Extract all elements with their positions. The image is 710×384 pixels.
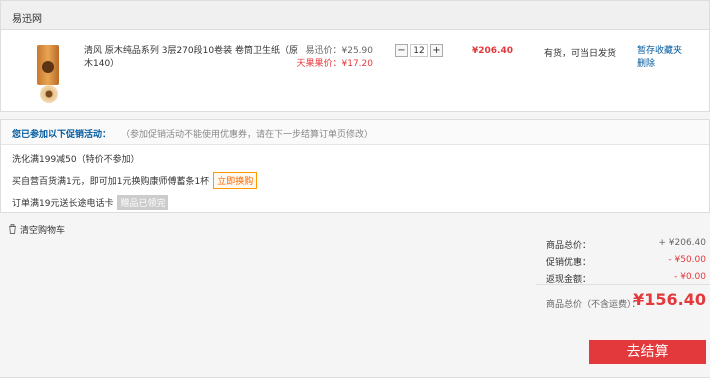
exchange-now-button[interactable]: 立即换购 (213, 172, 258, 189)
price-block: 易迅价：¥25.90 天果果价：¥17.20 (293, 45, 374, 71)
clear-cart-button[interactable]: 清空购物车 (8, 223, 65, 236)
trash-icon (9, 224, 16, 234)
promo-panel: 您已参加以下促销活动： （参加促销活动不能使用优惠券，请在下一步结算订单页修改）… (0, 119, 710, 213)
checkout-button[interactable]: 去结算 (589, 340, 706, 364)
shop-header: 易迅网 (0, 0, 710, 30)
promo-gift-text: 订单满19元送长途电话卡 (12, 199, 114, 209)
promo-discount-text: 洗化满199减50（特价不参加） (12, 155, 140, 165)
promo-discount-value: - ¥50.00 (668, 255, 706, 265)
promo-line-discount: 洗化满199减50（特价不参加） (12, 152, 140, 165)
promo-line-exchange: 买自营百货满1元，即可加1元换购康师傅蓄条1杯 立即换购 (12, 172, 258, 189)
gift-sold-out-badge: 赠品已领完 (117, 195, 169, 210)
clear-cart-label: 清空购物车 (20, 226, 66, 236)
promo-discount-label: 促销优惠： (546, 258, 592, 268)
promo-header: 您已参加以下促销活动： （参加促销活动不能使用优惠券，请在下一步结算订单页修改） (1, 120, 709, 145)
promo-exchange-text: 买自营百货满1元，即可加1元换购康师傅蓄条1杯 (12, 177, 210, 187)
stock-status: 有货，可当日发货 (544, 49, 617, 59)
promo-note: （参加促销活动不能使用优惠券，请在下一步结算订单页修改） (121, 130, 374, 140)
quantity-increase-button[interactable]: + (430, 44, 443, 57)
summary-divider (536, 284, 710, 285)
save-to-favorites-link[interactable]: 暂存收藏夹 (637, 45, 682, 58)
quantity-input[interactable]: 12 (410, 44, 428, 57)
item-actions: 暂存收藏夹 删除 (637, 45, 682, 71)
delete-item-link[interactable]: 删除 (637, 58, 682, 71)
cart-item-row: 清风 原木纯品系列 3层270段10卷装 卷筒卫生纸（原木140） 易迅价：¥2… (0, 30, 710, 112)
item-subtotal: ¥206.40 (472, 46, 513, 56)
promo-line-gift: 订单满19元送长途电话卡 赠品已领完 (12, 195, 169, 210)
price-yixun: 易迅价：¥25.90 (305, 46, 374, 56)
cashback-value: - ¥0.00 (674, 272, 706, 282)
quantity-decrease-button[interactable]: − (395, 44, 408, 57)
goods-total-value: + ¥206.40 (658, 238, 706, 248)
product-thumbnail[interactable] (34, 45, 68, 103)
goods-total-label: 商品总价： (546, 241, 592, 251)
grand-total-label: 商品总价（不含运费）： (546, 300, 641, 310)
product-title[interactable]: 清风 原木纯品系列 3层270段10卷装 卷筒卫生纸（原木140） (84, 45, 299, 71)
product-roll-image (40, 85, 58, 103)
product-box-image (37, 45, 59, 85)
price-tianguoguo: 天果果价：¥17.20 (296, 59, 374, 69)
promo-title: 您已参加以下促销活动： (12, 130, 112, 140)
shop-name[interactable]: 易迅网 (12, 10, 42, 25)
grand-total-value: ¥156.40 (633, 290, 706, 309)
quantity-stepper: −12 + (395, 44, 443, 58)
